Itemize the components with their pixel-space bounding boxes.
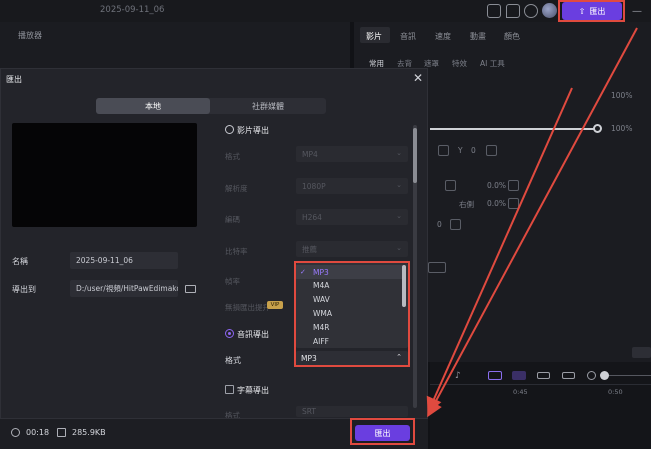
- arrow-top-to-format: [426, 87, 573, 414]
- arrow-top-to-export: [427, 27, 638, 418]
- annotation-arrows: [426, 27, 638, 418]
